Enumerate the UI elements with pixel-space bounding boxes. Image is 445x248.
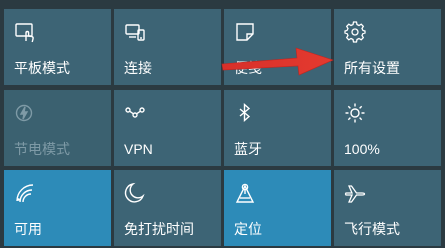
tile-label: VPN — [124, 141, 153, 157]
tile-label: 所有设置 — [344, 60, 400, 76]
airplane-icon — [344, 182, 366, 204]
battery-saver-icon — [14, 102, 36, 124]
location-icon — [234, 182, 256, 204]
connect-icon — [124, 21, 146, 43]
tile-label: 便笺 — [234, 60, 262, 76]
brightness-icon — [344, 102, 366, 124]
moon-icon — [124, 182, 146, 204]
vpn-icon — [124, 102, 146, 124]
tile-tablet-mode[interactable]: 平板模式 — [4, 9, 111, 85]
gear-icon — [344, 21, 366, 43]
tile-label: 可用 — [14, 221, 42, 237]
tile-label: 定位 — [234, 221, 262, 237]
tile-brightness[interactable]: 100% — [334, 90, 441, 166]
tile-bluetooth[interactable]: 蓝牙 — [224, 90, 331, 166]
tile-label: 免打扰时间 — [124, 221, 194, 237]
tile-all-settings[interactable]: 所有设置 — [334, 9, 441, 85]
tile-battery-saver[interactable]: 节电模式 — [4, 90, 111, 166]
tile-label: 平板模式 — [14, 60, 70, 76]
tile-connect[interactable]: 连接 — [114, 9, 221, 85]
tile-airplane-mode[interactable]: 飞行模式 — [334, 170, 441, 246]
tile-location[interactable]: 定位 — [224, 170, 331, 246]
tile-quiet-hours[interactable]: 免打扰时间 — [114, 170, 221, 246]
bluetooth-icon — [234, 102, 256, 124]
tile-vpn[interactable]: VPN — [114, 90, 221, 166]
wifi-icon — [14, 182, 36, 204]
tile-label: 蓝牙 — [234, 141, 262, 157]
note-icon — [234, 21, 256, 43]
tile-wifi[interactable]: 可用 — [4, 170, 111, 246]
tile-label: 节电模式 — [14, 141, 70, 157]
tablet-mode-icon — [14, 21, 36, 43]
tile-label: 飞行模式 — [344, 221, 400, 237]
action-center-quick-actions: 平板模式 连接 便笺 所有设置 节电模式 VPN 蓝牙 100% 可用 免打扰时… — [0, 0, 445, 248]
tile-note[interactable]: 便笺 — [224, 9, 331, 85]
tile-label: 100% — [344, 141, 380, 157]
tile-label: 连接 — [124, 60, 152, 76]
